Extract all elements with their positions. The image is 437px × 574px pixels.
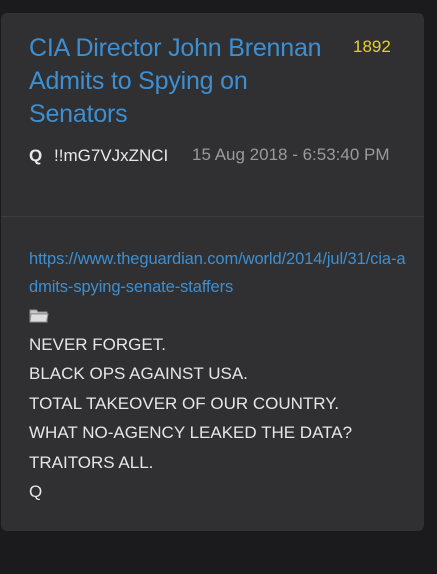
message-line: NEVER FORGET. — [29, 335, 166, 354]
post-body: https://www.theguardian.com/world/2014/j… — [29, 245, 409, 506]
post-number[interactable]: 1892 — [353, 37, 391, 57]
message-signature: Q — [29, 482, 43, 502]
folder-icon[interactable] — [29, 307, 49, 324]
post-card: CIA Director John Brennan Admits to Spyi… — [1, 13, 424, 531]
post-tripcode: !!mG7VJxZNCI — [54, 146, 169, 165]
post-timestamp: 15 Aug 2018 - 6:53:40 PM — [192, 145, 390, 164]
message-line: BLACK OPS AGAINST USA. — [29, 364, 248, 384]
post-header: CIA Director John Brennan Admits to Spyi… — [1, 13, 424, 217]
post-message: NEVER FORGET. BLACK OPS AGAINST USA. TOT… — [29, 330, 409, 506]
message-line: TRAITORS ALL. — [29, 452, 154, 472]
message-line: TOTAL TAKEOVER OF OUR COUNTRY. — [29, 393, 340, 413]
post-author: Q — [29, 146, 43, 165]
post-title[interactable]: CIA Director John Brennan Admits to Spyi… — [29, 32, 351, 131]
message-line: WHAT NO-AGENCY LEAKED THE DATA? — [29, 423, 353, 443]
article-link[interactable]: https://www.theguardian.com/world/2014/j… — [29, 245, 409, 301]
